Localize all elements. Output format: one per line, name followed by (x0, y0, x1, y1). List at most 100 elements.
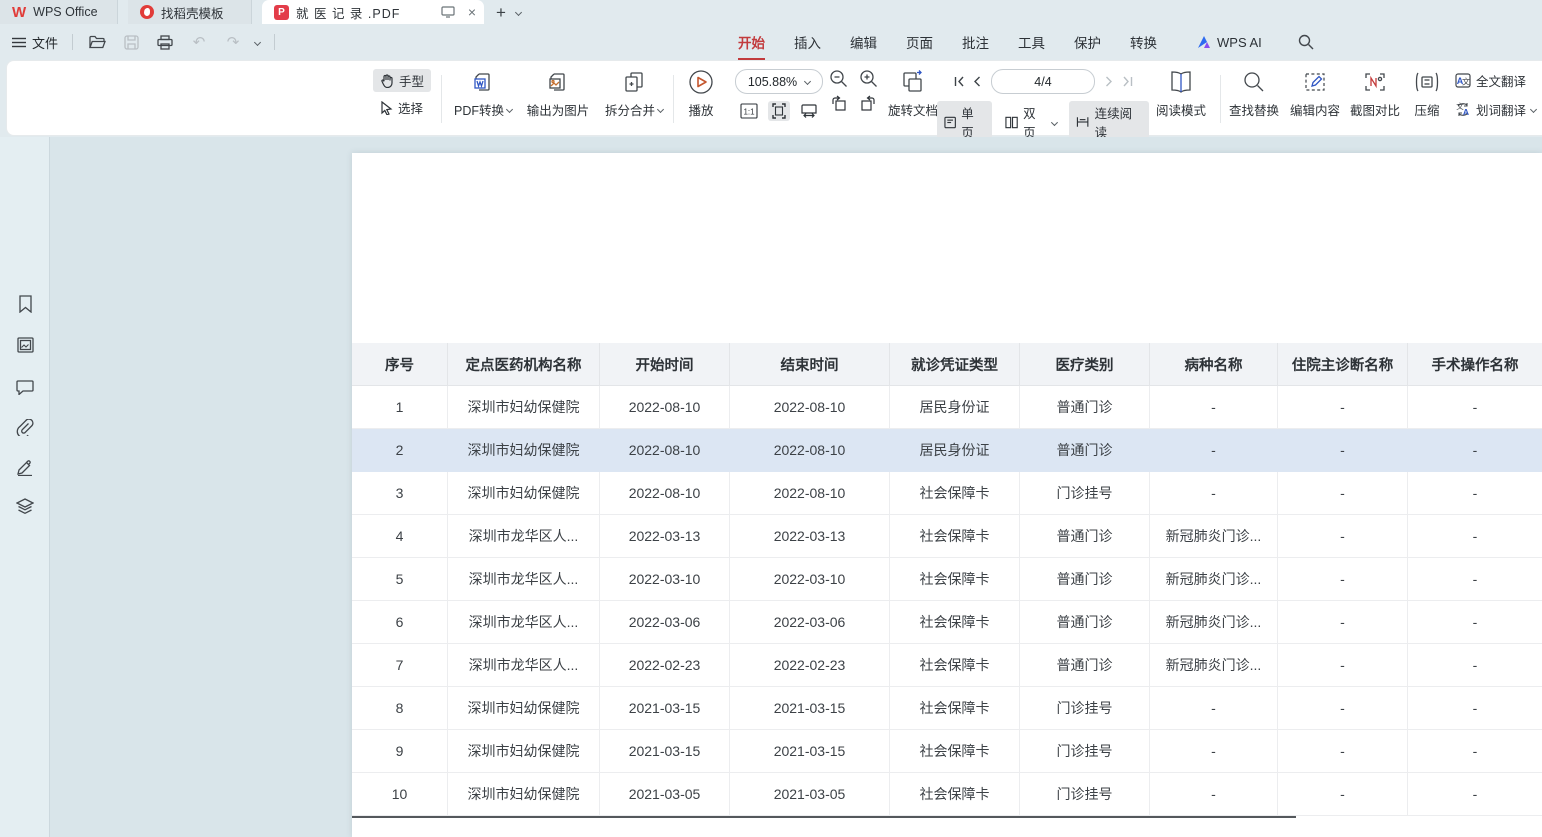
table-cell: 2022-08-10 (600, 429, 730, 472)
export-image-label: 输出为图片 (527, 100, 590, 119)
new-tab-button[interactable]: + (496, 4, 506, 21)
menu-item[interactable]: 插入 (794, 32, 821, 52)
find-replace-button[interactable]: 查找替换 (1225, 69, 1283, 119)
tab-label: 就 医 记 录 .PDF (296, 3, 434, 22)
table-cell: 2021-03-15 (600, 730, 730, 773)
rotate-right-icon[interactable] (860, 95, 877, 111)
save-icon[interactable] (121, 32, 141, 52)
search-icon[interactable] (1296, 32, 1316, 52)
rotate-document-icon (900, 69, 926, 95)
screenshot-compare-button[interactable]: 截图对比 (1346, 69, 1404, 119)
thumbnail-icon[interactable] (13, 333, 37, 357)
zoom-in-icon[interactable] (859, 69, 878, 88)
signature-pen-icon[interactable] (13, 455, 37, 479)
actual-size-button[interactable]: 1:1 (738, 101, 760, 121)
divider (72, 34, 73, 50)
table-cell: 9 (352, 730, 448, 773)
split-merge-button[interactable]: 拆分合并 (597, 69, 671, 119)
quick-access-chevron-icon[interactable] (254, 38, 261, 45)
column-header: 结束时间 (730, 343, 890, 386)
tab-docer-templates[interactable]: 找稻壳模板 (128, 0, 252, 24)
edit-content-button[interactable]: 编辑内容 (1286, 69, 1344, 119)
table-cell: - (1408, 601, 1542, 644)
read-mode-button[interactable]: 阅读模式 (1150, 69, 1212, 119)
monitor-icon[interactable] (441, 6, 455, 18)
table-cell: - (1150, 472, 1278, 515)
play-button[interactable]: 播放 (679, 69, 723, 119)
pdf-file-icon: P (274, 5, 289, 20)
menu-item[interactable]: 批注 (962, 32, 989, 52)
select-tool-button[interactable]: 选择 (373, 96, 430, 119)
layers-icon[interactable] (13, 494, 37, 518)
last-page-button[interactable] (1119, 72, 1135, 92)
compress-icon (1414, 69, 1440, 95)
pdf-convert-button[interactable]: PDF转换 (447, 69, 519, 119)
table-row: 10深圳市妇幼保健院2021-03-052021-03-05社会保障卡门诊挂号-… (352, 773, 1542, 816)
table-cell: 1 (352, 386, 448, 429)
next-page-button[interactable] (1101, 72, 1117, 92)
table-row: 8深圳市妇幼保健院2021-03-152021-03-15社会保障卡门诊挂号--… (352, 687, 1542, 730)
file-menu-button[interactable]: 文件 (12, 33, 58, 52)
table-cell: 普通门诊 (1020, 558, 1150, 601)
column-header: 医疗类别 (1020, 343, 1150, 386)
tab-document-pdf[interactable]: P 就 医 记 录 .PDF × (262, 0, 484, 24)
previous-page-button[interactable] (969, 72, 985, 92)
compress-button[interactable]: 压缩 (1406, 69, 1448, 119)
wps-ai-button[interactable]: WPS AI (1196, 35, 1262, 50)
table-cell: 新冠肺炎门诊... (1150, 644, 1278, 687)
table-cell: 8 (352, 687, 448, 730)
zoom-level-select[interactable]: 105.88% (735, 69, 823, 94)
select-tool-label: 选择 (398, 98, 423, 117)
first-page-button[interactable] (951, 72, 967, 92)
attachment-icon[interactable] (13, 415, 37, 439)
menu-item[interactable]: 开始 (738, 32, 765, 52)
table-cell: 2022-08-10 (730, 429, 890, 472)
zoom-out-icon[interactable] (829, 69, 848, 88)
tab-wps-home[interactable]: W WPS Office (0, 0, 118, 24)
menu-item[interactable]: 页面 (906, 32, 933, 52)
fit-width-button[interactable] (798, 101, 820, 121)
hand-icon (380, 74, 394, 88)
table-cell: - (1278, 558, 1408, 601)
undo-icon[interactable]: ↶ (189, 32, 209, 52)
redo-icon[interactable]: ↷ (223, 32, 243, 52)
pdf-page[interactable]: 序号定点医药机构名称开始时间结束时间就诊凭证类型医疗类别病种名称住院主诊断名称手… (352, 153, 1542, 837)
split-merge-icon (622, 69, 646, 95)
menu-item[interactable]: 转换 (1130, 32, 1157, 52)
comment-icon[interactable] (13, 375, 37, 399)
read-mode-label: 阅读模式 (1156, 100, 1206, 119)
hand-tool-button[interactable]: 手型 (373, 69, 431, 92)
table-cell: 新冠肺炎门诊... (1150, 515, 1278, 558)
close-tab-icon[interactable]: × (468, 4, 476, 20)
medical-table-body: 1深圳市妇幼保健院2022-08-102022-08-10居民身份证普通门诊--… (352, 386, 1542, 816)
rotate-left-icon[interactable] (830, 95, 847, 111)
table-cell: - (1150, 687, 1278, 730)
continuous-reading-icon (1076, 116, 1089, 128)
page-number-input[interactable]: 4/4 (991, 69, 1095, 94)
menu-item[interactable]: 工具 (1018, 32, 1045, 52)
hand-tool-label: 手型 (399, 71, 424, 90)
table-cell: 社会保障卡 (890, 558, 1020, 601)
table-row: 5深圳市龙华区人...2022-03-102022-03-10社会保障卡普通门诊… (352, 558, 1542, 601)
ribbon-menu: 开始 插入 编辑 页面 批注 工具 保护 转换 (738, 24, 1157, 60)
open-file-icon[interactable] (87, 32, 107, 52)
full-text-translate-icon: A文 (1455, 73, 1471, 88)
divider (441, 75, 442, 123)
fit-page-button[interactable] (768, 101, 790, 121)
word-translate-button[interactable]: A文 划词翻译 (1455, 98, 1542, 121)
table-cell: - (1150, 773, 1278, 816)
table-cell: 2022-03-06 (600, 601, 730, 644)
table-cell: 社会保障卡 (890, 773, 1020, 816)
full-text-translate-button[interactable]: A文 全文翻译 (1455, 69, 1533, 92)
table-cell: 普通门诊 (1020, 644, 1150, 687)
export-image-button[interactable]: 输出为图片 (520, 69, 596, 119)
menu-item[interactable]: 保护 (1074, 32, 1101, 52)
menu-item[interactable]: 编辑 (850, 32, 877, 52)
column-header: 开始时间 (600, 343, 730, 386)
tab-list-chevron-icon[interactable] (515, 8, 522, 15)
print-icon[interactable] (155, 32, 175, 52)
table-cell: 2022-02-23 (600, 644, 730, 687)
double-page-icon (1005, 116, 1018, 129)
svg-text:文: 文 (1456, 102, 1464, 111)
bookmark-icon[interactable] (13, 292, 37, 316)
